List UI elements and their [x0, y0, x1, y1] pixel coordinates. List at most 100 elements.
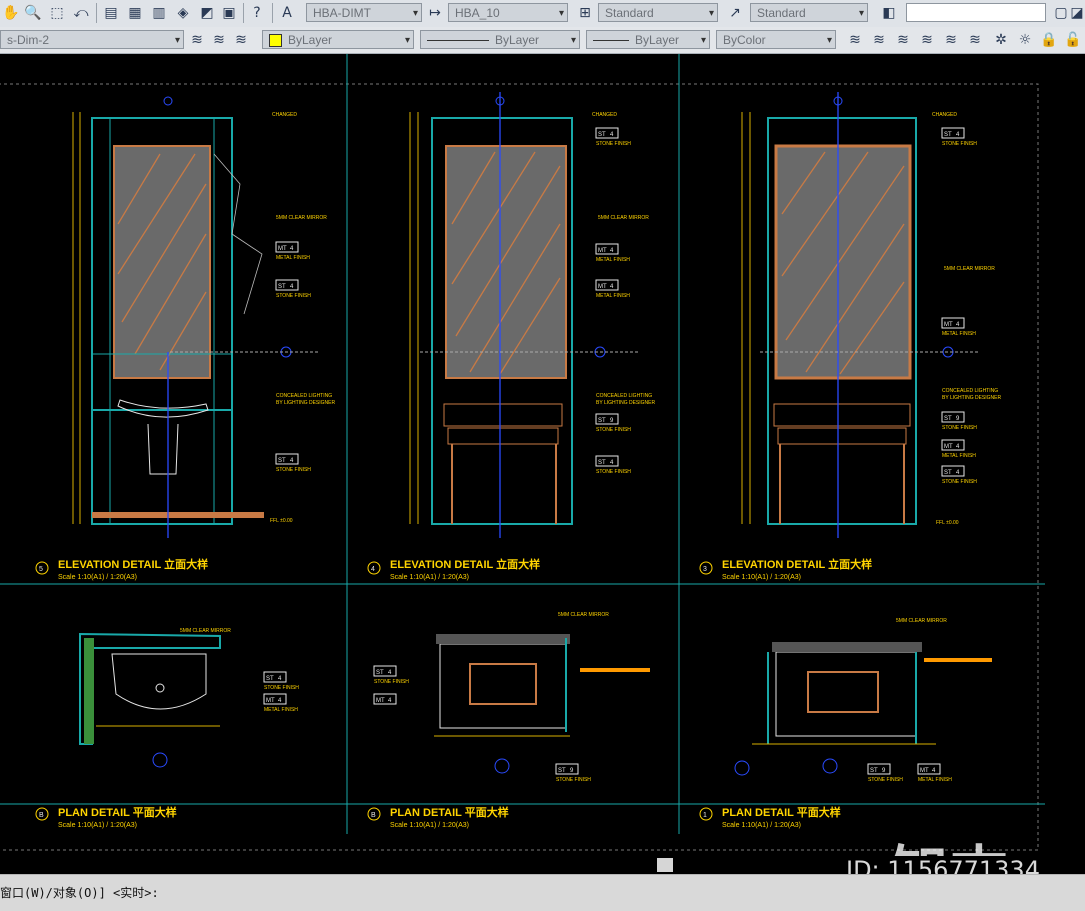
material-tag-number: 9: [882, 768, 886, 774]
plan-title: PLAN DETAIL 平面大样: [58, 805, 177, 819]
elevation-title: ELEVATION DETAIL 立面大样: [722, 557, 872, 571]
material-tag-code: ST: [278, 458, 286, 464]
layer-unlock-icon[interactable]: ≋: [918, 31, 936, 49]
dimension-style-icon[interactable]: ↦: [426, 4, 444, 22]
material-tag-code: MT: [944, 444, 953, 450]
zoom-previous-icon[interactable]: ⤺: [72, 4, 90, 22]
material-tag-label: METAL FINISH: [264, 707, 298, 713]
material-tag-code: ST: [266, 676, 274, 682]
plan-title: PLAN DETAIL 平面大样: [390, 805, 509, 819]
annotation: 5MM CLEAR MIRROR: [180, 628, 231, 634]
detail-titles: 5 ELEVATION DETAIL 立面大样 Scale 1:10(A1) / 1…: [35, 557, 872, 829]
annotation: CONCEALED LIGHTING: [596, 393, 652, 399]
dimstyle-combo[interactable]: HBA-DIMT ▾: [306, 3, 422, 22]
color-combo[interactable]: ByLayer ▾: [262, 30, 414, 49]
mleaderstyle-combo[interactable]: Standard ▾: [750, 3, 868, 22]
material-tag-number: 4: [956, 132, 960, 138]
elevation-title: ELEVATION DETAIL 立面大样: [390, 557, 540, 571]
command-line[interactable]: 窗口(W)/对象(O)] <实时>:: [0, 874, 1085, 911]
layer-previous-icon[interactable]: ◪: [1068, 4, 1085, 22]
layer-off-icon[interactable]: ≋: [846, 31, 864, 49]
zoom-realtime-icon[interactable]: 🔍: [24, 4, 42, 22]
scale-label: Scale 1:10(A1) / 1:20(A3): [58, 822, 137, 829]
detail-number: B: [371, 812, 376, 819]
layer-isolate-icon[interactable]: ≋: [232, 31, 250, 49]
chevron-down-icon: ▾: [558, 8, 564, 19]
material-tag-code: ST: [944, 132, 952, 138]
scrollbar-thumb[interactable]: [657, 858, 673, 872]
material-tag-number: 4: [956, 470, 960, 476]
properties-icon[interactable]: ▤: [102, 4, 120, 22]
material-tag-number: 4: [956, 322, 960, 328]
material-tag-code: ST: [598, 418, 606, 424]
annotation: CHANGED: [272, 112, 297, 118]
multileader-style-icon[interactable]: ↗: [726, 4, 744, 22]
sheet-set-icon[interactable]: ◈: [174, 4, 192, 22]
material-tag-number: 4: [610, 248, 614, 254]
scale-label: Scale 1:10(A1) / 1:20(A3): [390, 574, 469, 581]
detail-number: 3: [703, 566, 707, 573]
standard-toolbar: ✋ 🔍 ⬚ ⤺ ▤ ▦ ▥ ◈ ◩ ▣ ? A HBA-DIMT ▾ ↦ HBA_…: [0, 0, 1085, 28]
calculator-icon[interactable]: ▣: [220, 4, 238, 22]
command-prompt-text: 窗口(W)/对象(O)] <实时>:: [0, 886, 159, 900]
layer-merge-icon[interactable]: ≋: [942, 31, 960, 49]
material-tag-label: METAL FINISH: [596, 257, 630, 263]
annotation: CHANGED: [932, 112, 957, 118]
pan-icon[interactable]: ✋: [2, 4, 20, 22]
help-icon[interactable]: ?: [248, 4, 266, 22]
drawing-canvas[interactable]: 5MM CLEAR MIRROR MT 4 METAL FINISH ST 4 STONE …: [0, 54, 1085, 856]
color-swatch: [269, 34, 282, 48]
layer-walk-icon[interactable]: ✲: [992, 31, 1010, 49]
zoom-window-icon[interactable]: ⬚: [48, 4, 66, 22]
material-tag-number: 9: [956, 416, 960, 422]
chevron-down-icon: ▾: [826, 35, 832, 46]
chevron-down-icon: ▾: [708, 8, 714, 19]
material-tag-number: 4: [290, 458, 294, 464]
annotation: BY LIGHTING DESIGNER: [276, 400, 335, 406]
annotation: 5MM CLEAR MIRROR: [598, 215, 649, 221]
design-center-icon[interactable]: ▦: [126, 4, 144, 22]
lock-icon[interactable]: 🔒: [1040, 31, 1058, 49]
material-tag-number: 4: [388, 698, 392, 704]
material-tag-label: STONE FINISH: [942, 425, 977, 431]
material-tag-number: 4: [278, 698, 282, 704]
markup-icon[interactable]: ◩: [198, 4, 216, 22]
cad-drawing[interactable]: 5MM CLEAR MIRRORMT 4METAL FINISHST 4STONE …: [0, 54, 1085, 856]
unlock-icon[interactable]: 🔓: [1064, 31, 1082, 49]
annotation: 5MM CLEAR MIRROR: [896, 618, 947, 624]
layer-previous-icon[interactable]: ≋: [210, 31, 228, 49]
lineweight-combo[interactable]: ByLayer ▾: [586, 30, 710, 49]
dim-layer-combo[interactable]: s-Dim-2 ▾: [0, 30, 184, 49]
plan-b-middle: [434, 634, 650, 774]
material-tag-label: METAL FINISH: [942, 331, 976, 337]
material-tag-number: 9: [570, 768, 574, 774]
layer-manager-icon[interactable]: ◧: [880, 4, 898, 22]
tool-palettes-icon[interactable]: ▥: [150, 4, 168, 22]
layer-delete-icon[interactable]: ≋: [966, 31, 984, 49]
search-input[interactable]: [906, 3, 1046, 22]
material-tag-label: STONE FINISH: [374, 679, 409, 685]
detail-number: 5: [39, 566, 43, 573]
table-style-icon[interactable]: ⊞: [576, 4, 594, 22]
material-tag-label: METAL FINISH: [596, 293, 630, 299]
layer-match-icon[interactable]: ≋: [188, 31, 206, 49]
tablestyle-combo[interactable]: Standard ▾: [598, 3, 718, 22]
material-tag-label: STONE FINISH: [276, 467, 311, 473]
multileader-combo[interactable]: HBA_10 ▾: [448, 3, 568, 22]
annotation: FFL ±0.00: [936, 520, 959, 526]
layer-freeze-icon[interactable]: ≋: [870, 31, 888, 49]
annotation: CONCEALED LIGHTING: [276, 393, 332, 399]
annotation: 5MM CLEAR MIRROR: [276, 215, 327, 221]
annotation: BY LIGHTING DESIGNER: [942, 395, 1001, 401]
material-tag-code: ST: [376, 670, 384, 676]
layer-thaw-icon[interactable]: ☼: [1016, 31, 1034, 49]
material-tag-code: MT: [598, 248, 607, 254]
chevron-down-icon: ▾: [700, 35, 706, 46]
plotstyle-combo[interactable]: ByColor ▾: [716, 30, 836, 49]
material-tag-code: MT: [920, 768, 929, 774]
text-style-icon[interactable]: A: [278, 4, 296, 22]
layer-lock-icon[interactable]: ≋: [894, 31, 912, 49]
material-tag-number: 4: [290, 246, 294, 252]
linetype-combo[interactable]: ByLayer ▾: [420, 30, 580, 49]
chevron-down-icon: ▾: [570, 35, 576, 46]
